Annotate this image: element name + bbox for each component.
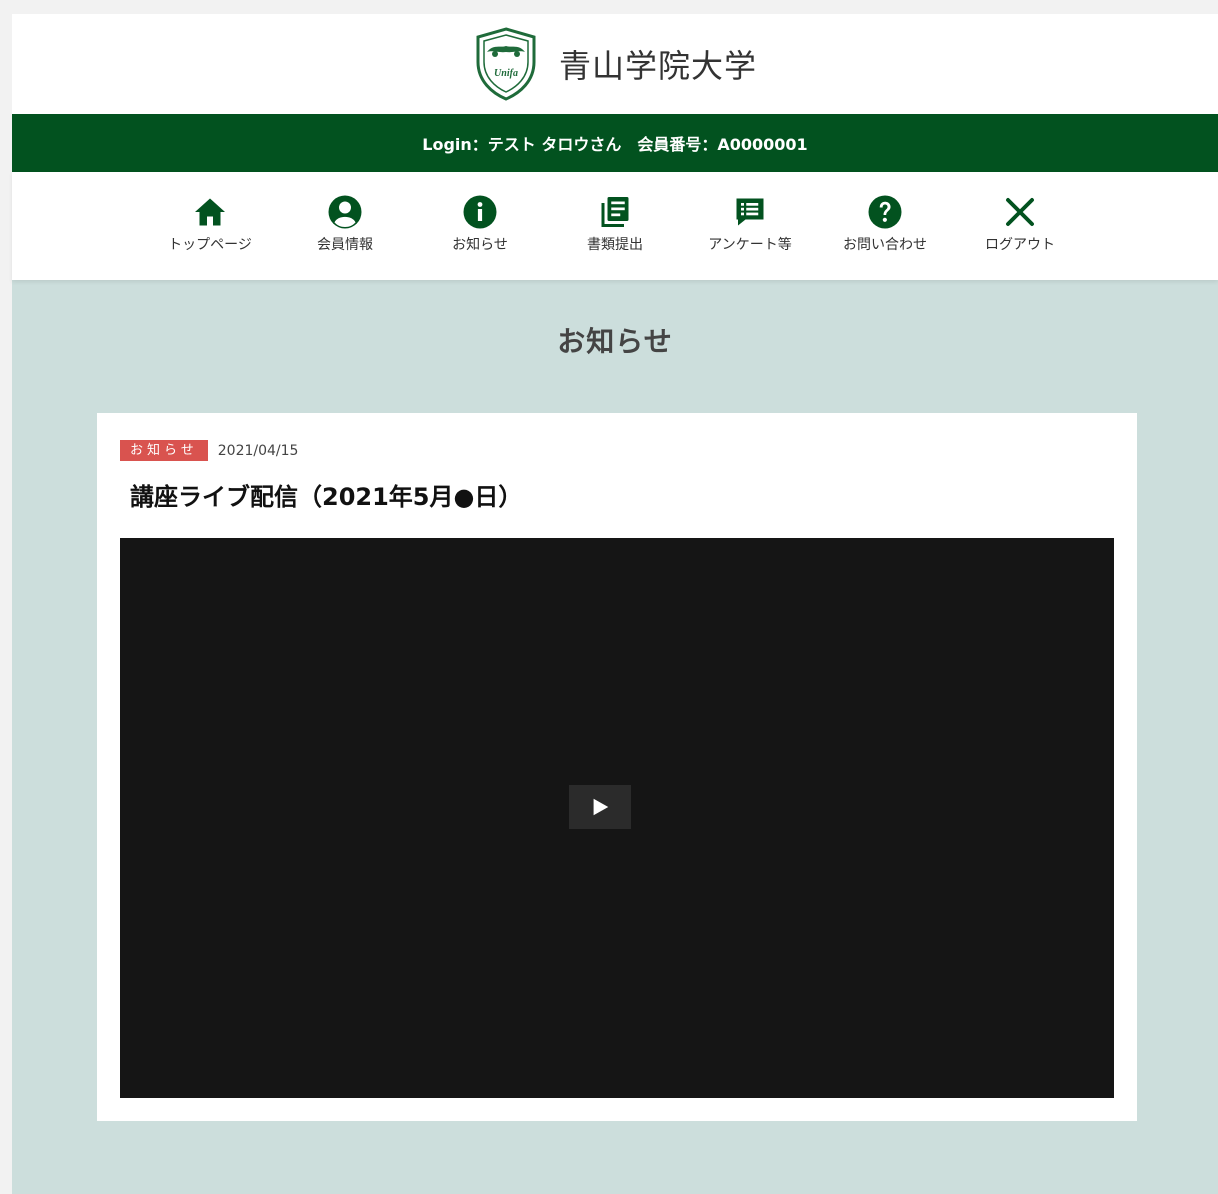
- news-post-card: お知らせ 2021/04/15 講座ライブ配信（2021年5月●日）: [97, 413, 1137, 1121]
- info-icon: [463, 195, 497, 229]
- nav-item-news[interactable]: お知らせ: [413, 194, 548, 254]
- section-title: お知らせ: [557, 325, 673, 358]
- nav-item-contact[interactable]: お問い合わせ: [818, 194, 953, 254]
- nav-item-member-info[interactable]: 会員情報: [278, 194, 413, 254]
- nav-item-label: アンケート等: [708, 237, 792, 253]
- main-nav: トップページ 会員情報 お知らせ 書類提出 アンケート等 お問い合わせ ログアウ…: [12, 172, 1218, 280]
- site-title: 青山学院大学: [558, 47, 757, 85]
- site-header: Unifa 青山学院大学: [12, 14, 1218, 114]
- user-icon: [328, 195, 362, 229]
- post-date: 2021/04/15: [217, 442, 299, 459]
- nav-item-document-submission[interactable]: 書類提出: [548, 194, 683, 254]
- play-icon: [593, 798, 609, 816]
- nav-item-label: 会員情報: [317, 237, 373, 253]
- play-button[interactable]: [569, 785, 631, 829]
- nav-item-label: トップページ: [168, 237, 252, 253]
- university-crest-logo: Unifa: [476, 27, 536, 101]
- login-bar: Login：テスト タロウさん 会員番号：A0000001: [12, 114, 1218, 172]
- close-icon: [1006, 198, 1034, 226]
- survey-icon: [736, 198, 764, 226]
- help-icon: [868, 195, 902, 229]
- nav-item-logout[interactable]: ログアウト: [953, 194, 1088, 254]
- crest-lettering: Unifa: [494, 68, 518, 79]
- category-badge: お知らせ: [120, 440, 208, 461]
- post-meta: お知らせ 2021/04/15: [120, 440, 1115, 461]
- video-player[interactable]: [120, 538, 1114, 1098]
- documents-icon: [601, 197, 629, 227]
- nav-item-survey[interactable]: アンケート等: [683, 194, 818, 254]
- member-number-text: 会員番号：A0000001: [637, 135, 808, 154]
- login-user-text: Login：テスト タロウさん: [422, 135, 622, 154]
- page: Unifa 青山学院大学 Login：テスト タロウさん 会員番号：A00000…: [12, 14, 1218, 1194]
- nav-item-label: お知らせ: [452, 237, 508, 253]
- post-title: 講座ライブ配信（2021年5月●日）: [130, 483, 523, 511]
- nav-item-top-page[interactable]: トップページ: [143, 194, 278, 254]
- nav-item-label: お問い合わせ: [843, 237, 927, 253]
- nav-item-label: 書類提出: [587, 237, 643, 253]
- home-icon: [195, 198, 225, 226]
- nav-item-label: ログアウト: [985, 237, 1055, 253]
